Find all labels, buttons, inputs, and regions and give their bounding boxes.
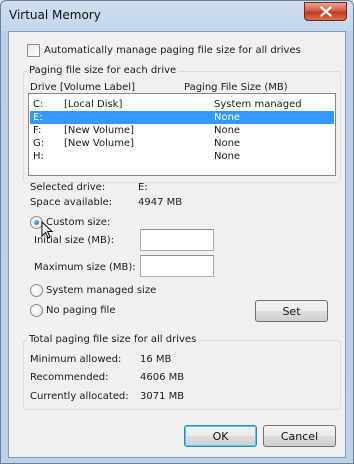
recommended-label: Recommended: (30, 372, 109, 383)
virtual-memory-dialog: Virtual Memory Automatically manage pagi… (0, 0, 354, 464)
no-paging-radio[interactable] (30, 304, 43, 317)
selected-drive-value: E: (138, 182, 148, 193)
drive-letter: H: (33, 151, 44, 162)
drive-row-h[interactable]: H: None (30, 150, 334, 163)
system-managed-label[interactable]: System managed size (46, 285, 156, 296)
mouse-pointer-icon (41, 221, 53, 239)
initial-size-input[interactable] (140, 229, 214, 251)
drives-group-title: Paging file size for each drive (27, 65, 179, 76)
drive-paging-size: None (214, 112, 241, 123)
minimum-allowed-value: 16 MB (140, 354, 172, 365)
drive-row-c[interactable]: C: [Local Disk] System managed (30, 98, 334, 111)
drive-row-g[interactable]: G: [New Volume] None (30, 137, 334, 150)
drive-volume-label: [New Volume] (64, 125, 134, 136)
drive-volume-label: [Local Disk] (64, 99, 123, 110)
close-button[interactable] (304, 2, 347, 21)
drives-listbox[interactable]: C: [Local Disk] System managed E: None F… (28, 93, 336, 176)
recommended-value: 4606 MB (140, 372, 185, 383)
totals-group-title: Total paging file size for all drives (27, 334, 199, 345)
set-button[interactable]: Set (255, 300, 328, 322)
selected-drive-label: Selected drive: (30, 182, 106, 193)
drive-paging-size: None (214, 125, 241, 136)
title-bar[interactable]: Virtual Memory (1, 1, 353, 31)
space-available-value: 4947 MB (138, 197, 183, 208)
currently-allocated-label: Currently allocated: (30, 391, 129, 402)
drive-row-e[interactable]: E: None (30, 111, 334, 124)
drive-letter: E: (33, 112, 43, 123)
drive-column-header: Drive [Volume Label] (30, 82, 135, 93)
drive-paging-size: None (214, 138, 241, 149)
no-paging-label[interactable]: No paging file (46, 305, 115, 316)
maximum-size-input[interactable] (140, 255, 214, 277)
cancel-button[interactable]: Cancel (263, 425, 336, 447)
window-title: Virtual Memory (9, 8, 101, 22)
ok-button[interactable]: OK (184, 425, 257, 447)
drive-row-f[interactable]: F: [New Volume] None (30, 124, 334, 137)
auto-manage-label[interactable]: Automatically manage paging file size fo… (44, 45, 301, 56)
drive-paging-size: System managed (214, 99, 302, 110)
drive-letter: C: (33, 99, 44, 110)
space-available-label: Space available: (30, 197, 113, 208)
close-icon (319, 6, 332, 17)
auto-manage-checkbox[interactable] (27, 44, 40, 57)
currently-allocated-value: 3071 MB (140, 391, 185, 402)
size-column-header: Paging File Size (MB) (184, 82, 288, 93)
drive-volume-label: [New Volume] (64, 138, 134, 149)
custom-size-label[interactable]: Custom size: (46, 217, 110, 228)
drive-letter: G: (33, 138, 45, 149)
drive-letter: F: (33, 125, 42, 136)
system-managed-radio[interactable] (30, 284, 43, 297)
minimum-allowed-label: Minimum allowed: (30, 354, 122, 365)
maximum-size-label: Maximum size (MB): (34, 262, 136, 273)
drive-paging-size: None (214, 151, 241, 162)
